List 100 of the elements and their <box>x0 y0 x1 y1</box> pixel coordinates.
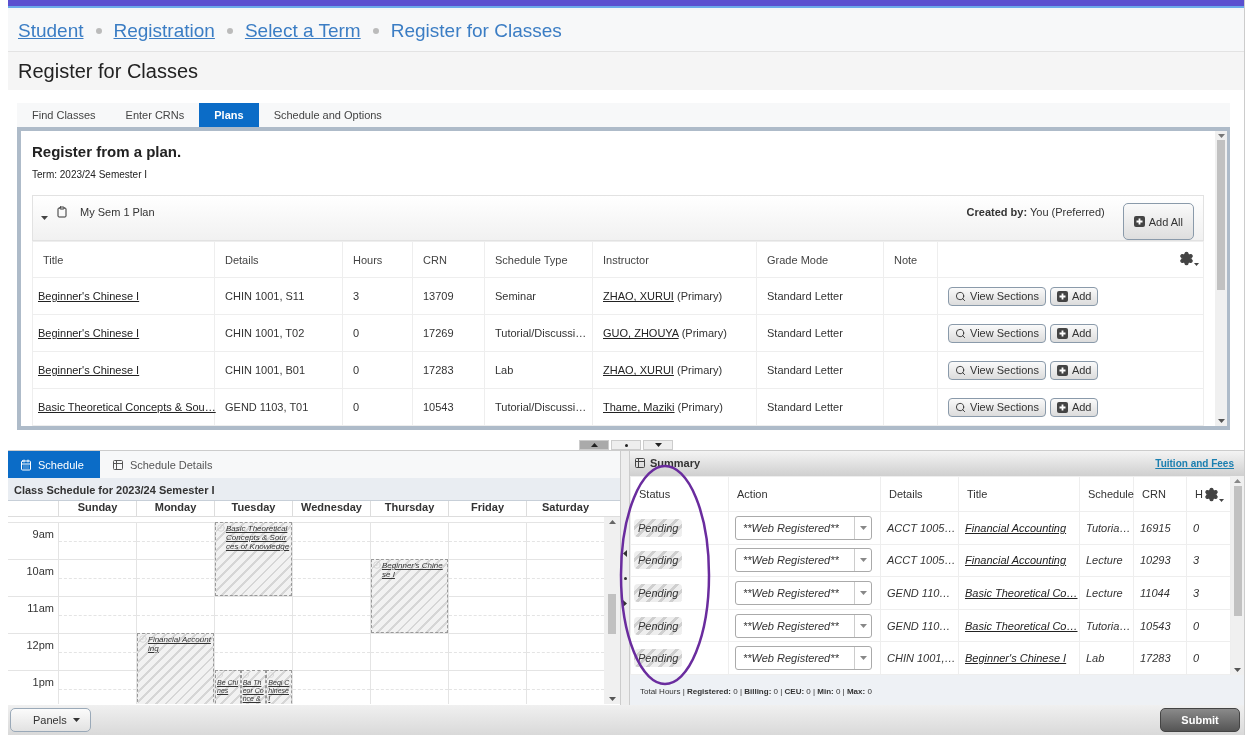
check-icon <box>268 672 275 678</box>
separator-dot <box>372 27 379 34</box>
add-button[interactable]: Add <box>1049 323 1099 343</box>
action-select[interactable]: **Web Registered** <box>735 548 872 573</box>
tab[interactable]: Schedule <box>8 451 100 478</box>
scroll-thumb[interactable] <box>608 594 616 634</box>
breadcrumb-link[interactable]: Registration <box>113 19 215 42</box>
splitter-center-button[interactable] <box>611 440 641 450</box>
action-select[interactable]: **Web Registered** <box>735 515 872 540</box>
settings-icon[interactable] <box>1204 486 1224 502</box>
calendar-event[interactable]: Financial Accounting <box>137 633 214 704</box>
caret-icon <box>859 525 867 530</box>
course-title-link[interactable]: Beginner's Chinese I <box>38 364 140 376</box>
scrollbar[interactable] <box>604 517 620 704</box>
created-by-label: Created by: You (Preferred) <box>966 206 1105 218</box>
view-sections-button[interactable]: View Sections <box>948 360 1046 380</box>
table-cell: Lecture <box>1079 544 1134 577</box>
caret-icon <box>859 590 867 595</box>
instructor-link[interactable]: GUO, ZHOUYA <box>603 327 679 339</box>
table-cell: GEND 110… <box>880 576 959 610</box>
table-cell: 0 <box>342 314 413 352</box>
table-cell: 0 <box>342 388 413 426</box>
add-button[interactable]: Add <box>1049 397 1099 417</box>
event-title[interactable]: Financial Accounting <box>148 635 212 653</box>
course-title-link[interactable]: Beginner's Chinese I <box>38 290 140 302</box>
table-cell: Standard Letter <box>756 277 884 315</box>
page-title: Register for Classes <box>18 59 199 83</box>
day-header: Saturday <box>526 501 604 516</box>
plan-name: My Sem 1 Plan <box>80 206 155 218</box>
scroll-thumb[interactable] <box>1217 140 1225 290</box>
event-title[interactable]: Beginner's Chinese I <box>382 561 446 579</box>
term-label: Term: 2023/24 Semester I <box>32 169 149 180</box>
table-cell: Tutorial/Discussi… <box>484 388 593 426</box>
action-select[interactable]: **Web Registered** <box>735 646 872 671</box>
search-icon <box>955 327 966 339</box>
action-select[interactable]: **Web Registered** <box>735 613 872 638</box>
separator-dot <box>95 27 102 34</box>
panels-button[interactable]: Panels <box>10 708 91 732</box>
tab[interactable]: Enter CRNs <box>110 103 200 127</box>
add-all-button[interactable]: Add All <box>1122 203 1194 240</box>
schedule-caption: Class Schedule for 2023/24 Semester I <box>8 478 620 501</box>
table-cell: 10293 <box>1133 544 1187 577</box>
tab[interactable]: Plans <box>199 103 259 127</box>
action-select[interactable]: **Web Registered** <box>735 580 872 605</box>
plus-icon <box>1056 327 1068 339</box>
table-cell: 3 <box>342 277 413 315</box>
breadcrumb-link[interactable]: Student <box>18 19 84 42</box>
hour-label: 9am <box>31 527 55 542</box>
table-cell: 0 <box>1186 511 1231 544</box>
tab[interactable]: Schedule Details <box>99 451 229 478</box>
column-header: CRN <box>1133 476 1187 512</box>
table-cell: CHIN 1001, S11 <box>214 277 343 315</box>
breadcrumb-link[interactable]: Select a Term <box>244 19 361 42</box>
table-cell: 10543 <box>412 388 485 426</box>
caret-icon <box>859 558 867 563</box>
tab[interactable]: Schedule and Options <box>258 103 397 127</box>
column-header: Title <box>958 476 1080 512</box>
table-cell: 0 <box>342 351 413 389</box>
splitter-down-button[interactable] <box>643 440 673 450</box>
settings-icon[interactable] <box>1179 251 1199 266</box>
view-sections-button[interactable]: View Sections <box>948 397 1046 417</box>
view-sections-button[interactable]: View Sections <box>948 323 1046 343</box>
table-cell: Lecture <box>1079 576 1134 610</box>
view-sections-button[interactable]: View Sections <box>948 286 1046 306</box>
column-header: CRN <box>412 241 485 278</box>
tab[interactable]: Find Classes <box>17 103 111 127</box>
column-header: Title <box>32 241 215 278</box>
role-label: (Primary) <box>676 364 723 376</box>
add-button[interactable]: Add <box>1049 286 1099 306</box>
calendar-event[interactable]: Basic Theoretical Concepts & Sources of Knowledge <box>215 522 292 596</box>
splitter-up-button[interactable] <box>579 440 609 450</box>
role-label: (Primary) <box>677 401 723 413</box>
submit-button[interactable]: Submit <box>1160 708 1240 732</box>
column-header: Schedule Type <box>484 241 593 278</box>
instructor-link[interactable]: Thame, Maziki <box>603 401 675 413</box>
calendar-icon <box>20 458 32 471</box>
table-cell: 10543 <box>1133 609 1187 642</box>
table-cell: Tutoria… <box>1079 511 1134 544</box>
scrollbar[interactable] <box>1215 131 1227 426</box>
event-title[interactable]: Basic Theoretical Concepts & Sources of Knowledge <box>226 524 290 551</box>
collapse-bar[interactable] <box>620 451 630 705</box>
instructor-link[interactable]: ZHAO, XURUI <box>603 290 674 302</box>
scrollbar[interactable] <box>1231 475 1244 676</box>
table-cell: 17283 <box>412 351 485 389</box>
plus-icon <box>1133 216 1145 227</box>
current-page-label: Register for Classes <box>390 19 562 42</box>
table-cell: Standard Letter <box>756 314 884 352</box>
course-title-link[interactable]: Beginner's Chinese I <box>38 327 140 339</box>
day-header: Tuesday <box>214 501 292 516</box>
instructor-link[interactable]: ZHAO, XURUI <box>603 364 674 376</box>
table-cell: 11044 <box>1133 576 1187 610</box>
column-header: Action <box>728 476 881 512</box>
up-arrow-icon <box>590 443 598 447</box>
table-icon <box>634 457 646 470</box>
check-icon <box>242 672 249 678</box>
add-button[interactable]: Add <box>1049 360 1099 380</box>
calendar-event[interactable]: Beginner's Chinese I <box>371 559 448 633</box>
scroll-thumb[interactable] <box>1233 485 1242 616</box>
table-cell: Lab <box>1079 641 1134 675</box>
dot-icon <box>624 443 628 447</box>
